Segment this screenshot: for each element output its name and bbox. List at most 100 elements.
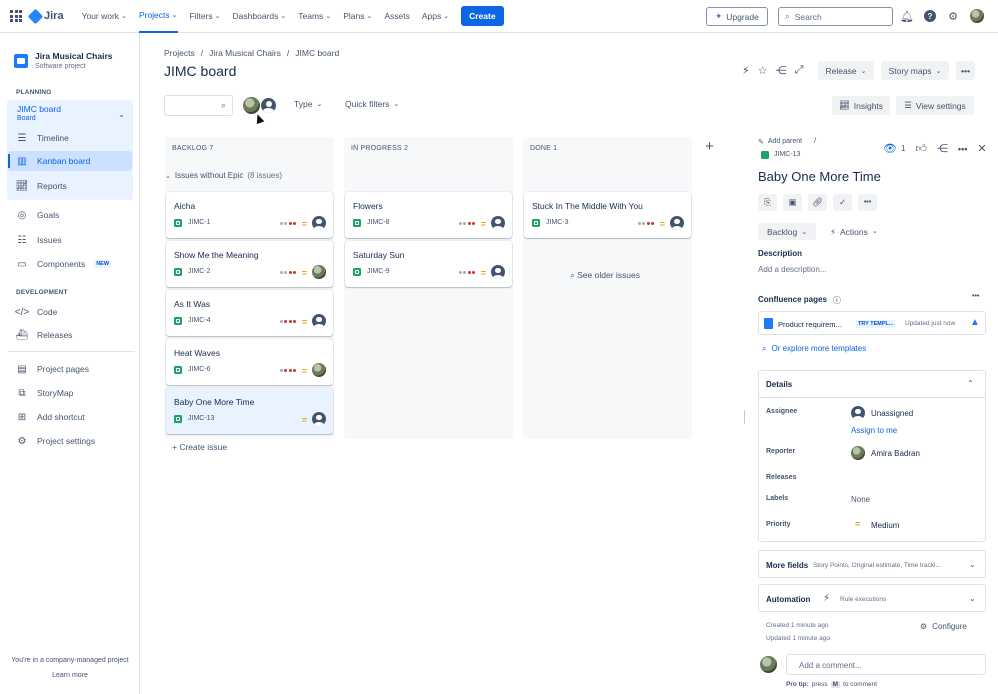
issue-card[interactable]: Flowers JIMC-8 = (345, 192, 512, 238)
app-switcher-icon[interactable] (10, 10, 22, 22)
link-icon[interactable]: 🔗︎ (808, 194, 827, 211)
issue-card-selected[interactable]: Baby One More Time JIMC-13 = (166, 388, 333, 434)
issue-key[interactable]: JIMC-13 (774, 151, 800, 158)
priority-value[interactable]: Medium (871, 521, 899, 530)
issue-card[interactable]: Heat Waves JIMC-6 = (166, 339, 333, 385)
chevron-up-icon[interactable]: ⌃ (967, 379, 974, 388)
configure-button[interactable]: ⚙ Configure (920, 622, 967, 631)
comment-input[interactable]: Add a comment... (786, 654, 986, 675)
reporter-value[interactable]: Amira Badran (871, 449, 920, 458)
watch-eye-icon[interactable]: 👁︎ (883, 142, 897, 155)
details-label[interactable]: Details (766, 380, 792, 389)
see-older-issues-link[interactable]: ⌕ See older issues (570, 270, 640, 281)
more-dots-icon[interactable]: ••• (958, 144, 967, 154)
upgrade-button[interactable]: ✦ Upgrade (706, 7, 768, 26)
description-input[interactable]: Add a description... (758, 265, 826, 274)
board-selector[interactable]: JIMC board Board (17, 104, 61, 122)
notifications-icon[interactable]: 🔔︎ (900, 9, 914, 23)
assignee-value[interactable]: Unassigned (871, 409, 913, 418)
more-options-button[interactable]: ••• (956, 61, 975, 80)
sidebar-item-components[interactable]: ▭ Components NEW (16, 254, 112, 274)
issue-card[interactable]: Aicha JIMC-1 = (166, 192, 333, 238)
unassigned-filter-avatar[interactable] (260, 97, 277, 114)
nav-your-work[interactable]: Your work ⌄ (82, 0, 127, 33)
board-search-input[interactable]: ⌕ (164, 95, 233, 116)
more-dots-icon[interactable]: ••• (858, 194, 877, 211)
sidebar-item-kanban-board[interactable]: ▥ Kanban board (8, 151, 132, 171)
star-icon[interactable]: ☆ (758, 64, 768, 77)
nav-assets[interactable]: Assets (384, 0, 410, 33)
issue-card[interactable]: Show Me the Meaning JIMC-2 = (166, 241, 333, 287)
share-icon[interactable]: ⋲ (937, 142, 948, 155)
close-icon[interactable]: ✕ (977, 142, 986, 155)
issue-card[interactable]: Stuck In The Middle With You JIMC-3 = (524, 192, 691, 238)
quick-filters[interactable]: Quick filters ⌄ (345, 99, 399, 109)
jira-logo[interactable]: Jira (27, 8, 64, 24)
breadcrumb-board[interactable]: JIMC board (295, 48, 339, 58)
card-title: Baby One More Time (174, 397, 255, 407)
status-dropdown[interactable]: Backlog ⌄ (758, 223, 816, 240)
checkmark-icon[interactable]: ✓ (833, 194, 852, 211)
sidebar-item-issues[interactable]: ☷ Issues (16, 230, 62, 250)
create-issue-button[interactable]: + Create issue (172, 442, 227, 452)
nav-filters[interactable]: Filters ⌄ (190, 0, 221, 33)
expand-icon[interactable]: ⤢ (795, 64, 804, 77)
create-button[interactable]: Create (461, 6, 504, 26)
chevron-down-icon: ⌄ (935, 67, 942, 75)
lightning-automation-icon[interactable]: ⚡︎ (742, 64, 750, 77)
insights-button[interactable]: 📈︎ Insights (832, 96, 890, 115)
like-thumb-icon[interactable]: 👍︎ (915, 142, 927, 155)
help-icon[interactable]: ? (923, 9, 937, 23)
nav-projects[interactable]: Projects ⌄ (138, 0, 178, 33)
sidebar-item-storymap[interactable]: ⧉ StoryMap (16, 383, 73, 403)
sidebar-item-code[interactable]: </> Code (14, 302, 58, 322)
code-icon: </> (14, 306, 30, 318)
profile-avatar[interactable] (970, 9, 984, 23)
project-header[interactable]: Jira Musical Chairs Software project (14, 51, 112, 70)
sidebar-item-goals[interactable]: ◎ Goals (16, 205, 60, 225)
sidebar-item-add-shortcut[interactable]: ⊞ Add shortcut (16, 407, 85, 427)
breadcrumb-projects[interactable]: Projects (164, 48, 195, 58)
sliders-icon: ☰ (904, 100, 912, 110)
nav-teams[interactable]: Teams ⌄ (298, 0, 331, 33)
release-button[interactable]: Release ⌄ (818, 61, 874, 80)
issue-card[interactable]: As It Was JIMC-4 = (166, 290, 333, 336)
labels-value[interactable]: None (851, 495, 870, 504)
story-maps-button[interactable]: Story maps ⌄ (881, 61, 949, 80)
confluence-page-row[interactable]: Product requirem... TRY TEMPL... Updated… (758, 311, 986, 335)
sidebar-item-releases[interactable]: ⛴︎ Releases (16, 325, 73, 345)
breadcrumb-project[interactable]: Jira Musical Chairs (209, 48, 281, 58)
info-icon[interactable]: ⓘ (833, 295, 841, 306)
sidebar-item-timeline[interactable]: ☰ Timeline (16, 128, 69, 148)
add-column-button[interactable]: + (700, 137, 719, 156)
chevron-down-icon: ⌄ (860, 67, 867, 75)
view-settings-button[interactable]: ☰ View settings (896, 96, 974, 115)
settings-gear-icon[interactable]: ⚙ (946, 9, 960, 23)
actions-dropdown[interactable]: ⚡︎ Actions ⌄ (830, 227, 878, 238)
learn-more-link[interactable]: Learn more (0, 672, 140, 679)
chevron-down-icon[interactable]: ⌄ (118, 110, 125, 119)
assignee-filter-avatar[interactable] (243, 97, 260, 114)
sidebar-item-project-settings[interactable]: ⚙ Project settings (16, 431, 96, 451)
global-search-input[interactable]: ⌕ Search (778, 7, 893, 26)
automation-section[interactable]: Automation ⚡︎ Rule executions ⌄ (758, 584, 986, 612)
add-parent-link[interactable]: ✎ Add parent / (758, 138, 816, 146)
more-dots-icon[interactable]: ••• (972, 293, 979, 300)
share-icon[interactable]: ⋲ (776, 64, 787, 77)
issue-title[interactable]: Baby One More Time (758, 169, 881, 184)
more-fields-section[interactable]: More fields Story Points, Original estim… (758, 550, 986, 578)
nav-plans[interactable]: Plans ⌄ (343, 0, 372, 33)
issue-card[interactable]: Saturday Sun JIMC-9 = (345, 241, 512, 287)
explore-templates-link[interactable]: ⌕ Or explore more templates (762, 344, 866, 354)
nav-apps[interactable]: Apps ⌄ (422, 0, 449, 33)
assign-to-me-link[interactable]: Assign to me (851, 426, 897, 435)
subtask-icon[interactable]: ▣ (783, 194, 802, 211)
resize-handle[interactable] (744, 410, 745, 424)
swimlane-header[interactable]: ⌄ Issues without Epic (8 issues) (165, 171, 282, 180)
attach-icon[interactable]: ⎘ (758, 194, 777, 211)
type-filter[interactable]: Type ⌄ (294, 99, 322, 109)
nav-dashboards[interactable]: Dashboards ⌄ (233, 0, 287, 33)
project-icon (14, 53, 28, 68)
sidebar-item-reports[interactable]: 📈︎ Reports (16, 176, 67, 196)
sidebar-item-project-pages[interactable]: ▤ Project pages (16, 359, 89, 379)
